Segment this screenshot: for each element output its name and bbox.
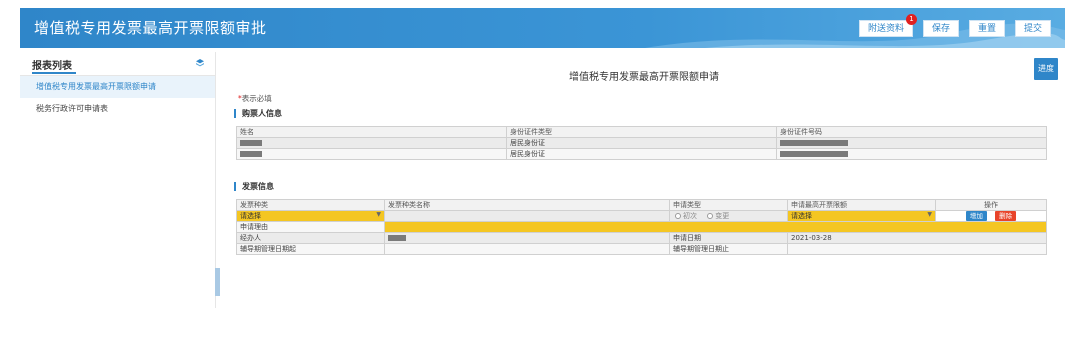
required-note: *表示必填 [238, 93, 272, 104]
sidebar-item-vat-limit-application[interactable]: 增值税专用发票最高开票限额申请 [20, 76, 215, 98]
guide-start-label: 辅导期管理日期起 [236, 243, 385, 255]
delete-row-button[interactable]: 删除 [995, 211, 1017, 221]
redacted-id-number [780, 140, 848, 146]
form-title: 增值税专用发票最高开票限额申请 [569, 72, 719, 83]
buyer-id-number-cell [776, 148, 1047, 160]
guide-end-label: 辅导期管理日期止 [669, 243, 788, 255]
sidebar-title: 报表列表 [32, 61, 72, 72]
buyer-section-title: 购票人信息 [234, 109, 282, 118]
invoice-type-select-value: 请选择 [240, 212, 261, 220]
max-limit-select[interactable]: 请选择 ▼ [787, 210, 936, 222]
apply-type-radio-group: 初次 变更 [669, 210, 788, 222]
invoice-table: 发票种类 发票种类名称 申请类型 申请最高开票限额 操作 请选择 ▼ 初次 变更… [236, 199, 1047, 255]
guide-end-input[interactable] [787, 243, 1047, 255]
table-row: 居民身份证 [236, 148, 1047, 160]
apply-date-label: 申请日期 [669, 232, 788, 244]
sidebar-header: 报表列表 [20, 52, 215, 76]
add-row-button[interactable]: 增加 [965, 211, 987, 221]
handler-value [384, 232, 670, 244]
col-header-invoice-type-name: 发票种类名称 [384, 199, 670, 211]
invoice-type-select[interactable]: 请选择 ▼ [236, 210, 385, 222]
invoice-table-header-row: 发票种类 发票种类名称 申请类型 申请最高开票限额 操作 [236, 199, 1047, 211]
sidebar-collapse-handle[interactable] [215, 268, 220, 296]
layers-icon[interactable] [195, 58, 205, 68]
col-header-operation: 操作 [935, 199, 1047, 211]
submit-button[interactable]: 提交 [1014, 20, 1051, 37]
buyer-table: 姓名 身份证件类型 身份证件号码 居民身份证 居民身份证 [236, 126, 1047, 160]
apply-date-value: 2021-03-28 [787, 232, 1047, 244]
apply-type-first-label: 初次 [683, 212, 697, 220]
sidebar-item-admin-license-form[interactable]: 税务行政许可申请表 [20, 98, 215, 120]
operation-cell: 增加 删除 [935, 210, 1047, 222]
buyer-name-cell [236, 148, 507, 160]
apply-type-first-radio[interactable] [675, 213, 681, 219]
col-header-apply-type: 申请类型 [669, 199, 788, 211]
app-root: 增值税专用发票最高开票限额审批 附送资料 1 保存 重置 提交 报表列表 增值税… [0, 0, 1080, 345]
redacted-id-number [780, 151, 848, 157]
reason-input[interactable] [384, 221, 1047, 233]
sidebar-title-underline [32, 72, 76, 74]
col-header-name: 姓名 [236, 126, 507, 138]
apply-type-change-radio[interactable] [707, 213, 714, 219]
chevron-down-icon: ▼ [376, 211, 381, 219]
buyer-id-type-cell: 居民身份证 [506, 148, 777, 160]
attachments-button-label: 附送资料 [867, 24, 904, 34]
buyer-name-cell [236, 137, 507, 149]
app-header: 增值税专用发票最高开票限额审批 附送资料 1 保存 重置 提交 [20, 8, 1065, 48]
reset-button[interactable]: 重置 [968, 20, 1005, 37]
redacted-handler-name [388, 235, 406, 241]
col-header-id-type: 身份证件类型 [506, 126, 777, 138]
buyer-id-type-cell: 居民身份证 [506, 137, 777, 149]
buyer-id-number-cell [776, 137, 1047, 149]
reason-label: 申请理由 [236, 221, 385, 233]
table-row: 经办人 申请日期 2021-03-28 [236, 232, 1047, 244]
table-row: 请选择 ▼ 初次 变更 请选择 ▼ 增加 删除 [236, 210, 1047, 222]
invoice-type-name-cell [384, 210, 670, 222]
apply-type-change-label: 变更 [715, 212, 730, 220]
required-note-text: 表示必填 [241, 94, 272, 103]
handler-label: 经办人 [236, 232, 385, 244]
col-header-max-limit: 申请最高开票限额 [787, 199, 936, 211]
report-list-sidebar: 报表列表 增值税专用发票最高开票限额申请 税务行政许可申请表 [20, 52, 216, 308]
attachments-button[interactable]: 附送资料 1 [858, 14, 917, 37]
col-header-id-number: 身份证件号码 [776, 126, 1047, 138]
main-form-area: 增值税专用发票最高开票限额申请 进度 *表示必填 购票人信息 姓名 身份证件类型… [228, 52, 1060, 312]
guide-start-input[interactable] [384, 243, 670, 255]
table-row: 辅导期管理日期起 辅导期管理日期止 [236, 243, 1047, 255]
invoice-section-title: 发票信息 [234, 182, 274, 191]
col-header-invoice-type: 发票种类 [236, 199, 385, 211]
save-button[interactable]: 保存 [922, 20, 959, 37]
progress-button[interactable]: 进度 [1034, 58, 1058, 80]
redacted-name [240, 140, 262, 146]
table-row: 居民身份证 [236, 137, 1047, 149]
header-actions: 附送资料 1 保存 重置 提交 [858, 14, 1051, 37]
chevron-down-icon: ▼ [927, 211, 932, 219]
max-limit-select-value: 请选择 [791, 212, 812, 220]
app-title: 增值税专用发票最高开票限额审批 [34, 19, 267, 37]
table-row: 申请理由 [236, 221, 1047, 233]
attachments-count-badge: 1 [905, 14, 917, 25]
buyer-table-header-row: 姓名 身份证件类型 身份证件号码 [236, 126, 1047, 138]
redacted-name [240, 151, 262, 157]
